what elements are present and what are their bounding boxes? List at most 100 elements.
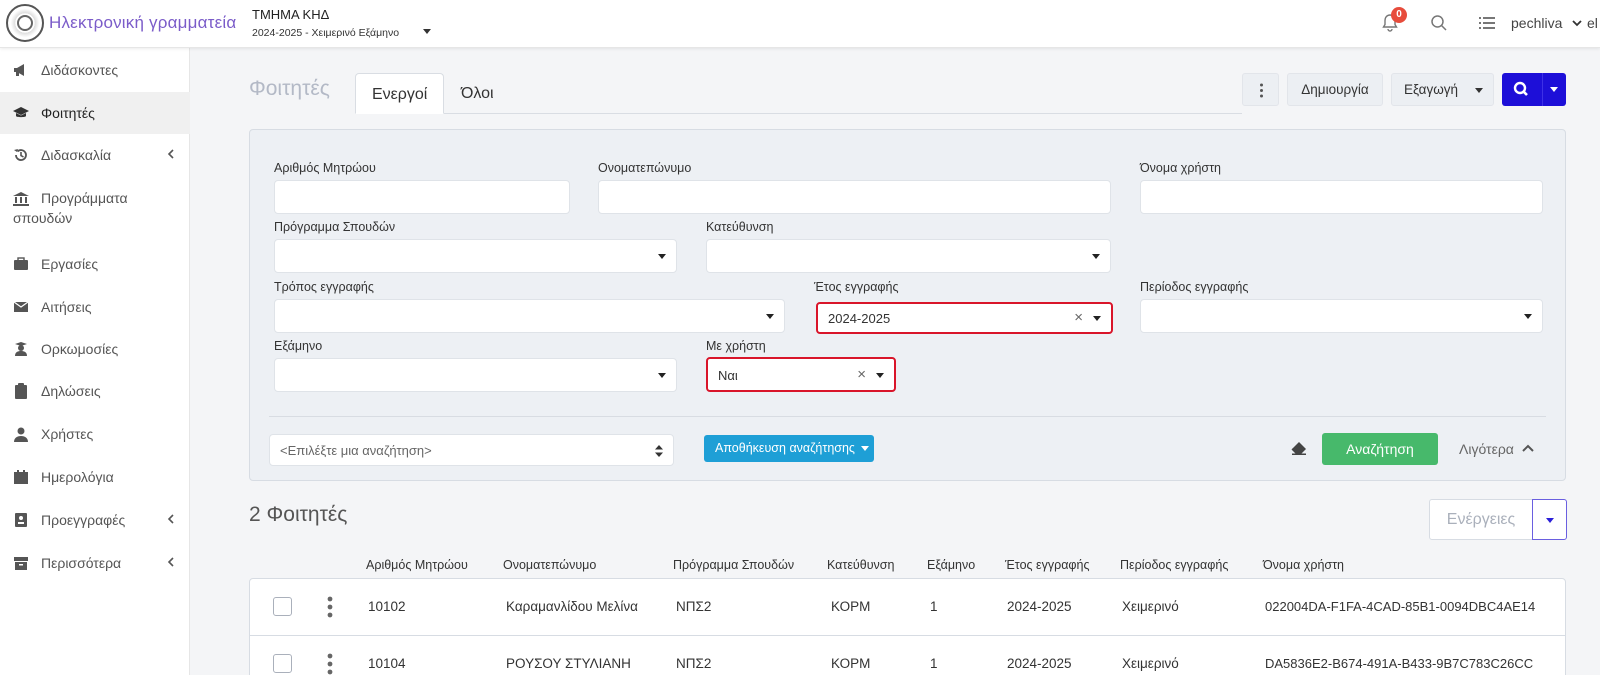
registry-number-label: Αριθμός Μητρώου <box>274 161 376 175</box>
chevron-up-icon[interactable] <box>1522 443 1534 453</box>
caret-down-icon <box>876 373 884 378</box>
cell-registration-period: Χειμερινό <box>1122 599 1179 614</box>
more-options-button[interactable] <box>1242 73 1279 106</box>
export-label: Εξαγωγή <box>1404 82 1459 97</box>
university-logo[interactable] <box>6 4 44 42</box>
sidebar-item-students[interactable]: Φοιτητές <box>0 92 190 134</box>
column-header-username[interactable]: Όνομα χρήστη <box>1263 558 1344 572</box>
registration-method-select[interactable] <box>274 299 785 333</box>
registry-number-input[interactable] <box>274 180 570 214</box>
sidebar-item-label: Ορκωμοσίες <box>41 341 119 357</box>
sidebar-item-teaching[interactable]: Διδασκαλία <box>0 134 190 176</box>
sidebar-item-label: Διδάσκοντες <box>41 62 119 78</box>
cell-registration-period: Χειμερινό <box>1122 656 1179 671</box>
registration-period-select[interactable] <box>1140 299 1543 333</box>
sidebar-item-instructors[interactable]: Διδάσκοντες <box>0 49 190 91</box>
caret-down-icon <box>658 373 666 378</box>
chevron-left-icon <box>167 557 174 567</box>
cell-study-program: ΝΠΣ2 <box>676 599 712 614</box>
semester-dropdown-icon[interactable] <box>423 29 431 34</box>
app-title[interactable]: Ηλεκτρονική γραμματεία <box>49 13 236 33</box>
saved-search-select[interactable]: <Επιλέξτε μια αναζήτηση> <box>269 434 674 466</box>
button-separator <box>1542 73 1543 106</box>
save-search-button[interactable]: Αποθήκευση αναζήτησης <box>704 435 874 462</box>
registration-year-label: Έτος εγγραφής <box>814 280 899 294</box>
sidebar-item-study-programs[interactable]: Προγράμματα σπουδών <box>0 178 190 238</box>
list-icon[interactable] <box>1479 15 1495 31</box>
graduation-cap-icon <box>13 107 29 118</box>
row-menu-icon[interactable] <box>327 653 333 675</box>
eraser-icon[interactable] <box>1291 441 1307 455</box>
sidebar-item-label: Εργασίες <box>41 256 99 272</box>
row-checkbox[interactable] <box>273 597 292 616</box>
caret-down-icon <box>1524 314 1532 319</box>
sidebar-item-preregistrations[interactable]: Προεγγραφές <box>0 499 190 541</box>
caret-down-icon[interactable] <box>1550 87 1558 92</box>
semester-label: Εξάμηνο <box>274 339 323 353</box>
full-name-label: Ονοματεπώνυμο <box>598 161 692 175</box>
column-header-registration-period[interactable]: Περίοδος εγγραφής <box>1120 558 1228 572</box>
sidebar-item-calendars[interactable]: Ημερολόγια <box>0 456 190 498</box>
study-program-select[interactable] <box>274 239 677 273</box>
column-header-registration-year[interactable]: Έτος εγγραφής <box>1005 558 1090 572</box>
username-input[interactable] <box>1140 180 1543 214</box>
has-user-select[interactable]: Ναι × <box>706 357 896 392</box>
has-user-label: Με χρήστη <box>706 339 766 353</box>
semester-select[interactable] <box>274 358 677 392</box>
chevron-down-icon[interactable] <box>1572 18 1582 28</box>
table-row[interactable]: 10104 ΡΟΥΣΟΥ ΣΤΥΛΙΑΝΗ ΝΠΣ2 ΚΟΡΜ 1 2024-2… <box>250 635 1565 675</box>
students-table: 10102 Καραμανλίδου Μελίνα ΝΠΣ2 ΚΟΡΜ 1 20… <box>249 578 1566 675</box>
study-program-label: Πρόγραμμα Σπουδών <box>274 220 396 234</box>
cell-full-name: Καραμανλίδου Μελίνα <box>506 599 638 614</box>
registration-year-select[interactable]: 2024-2025 × <box>816 302 1113 334</box>
megaphone-icon <box>14 64 24 76</box>
clipboard-icon <box>15 383 27 399</box>
language-selector[interactable]: el <box>1587 15 1598 31</box>
table-row[interactable]: 10102 Καραμανλίδου Μελίνα ΝΠΣ2 ΚΟΡΜ 1 20… <box>250 579 1565 635</box>
create-button[interactable]: Δημιουργία <box>1287 73 1383 106</box>
registration-period-label: Περίοδος εγγραφής <box>1140 280 1249 294</box>
department-name[interactable]: ΤΜΗΜΑ ΚΗΔ <box>252 7 329 22</box>
less-filters-link[interactable]: Λιγότερα <box>1459 441 1514 457</box>
full-name-input[interactable] <box>598 180 1111 214</box>
actions-button[interactable]: Ενέργειες <box>1429 499 1533 540</box>
caret-down-icon[interactable] <box>861 446 869 451</box>
row-menu-icon[interactable] <box>327 596 333 618</box>
sidebar-item-declarations[interactable]: Δηλώσεις <box>0 370 190 412</box>
user-menu[interactable]: pechliva <box>1511 15 1562 31</box>
sidebar-item-requests[interactable]: Αιτήσεις <box>0 286 190 328</box>
page-title: Φοιτητές <box>249 77 330 100</box>
column-header-full-name[interactable]: Ονοματεπώνυμο <box>503 558 596 572</box>
envelope-icon <box>13 301 29 312</box>
history-icon <box>14 149 27 161</box>
current-semester[interactable]: 2024-2025 - Χειμερινό Εξάμηνο <box>252 27 399 39</box>
tab-all-students[interactable]: Όλοι <box>445 73 515 114</box>
cell-specialization: ΚΟΡΜ <box>831 599 871 614</box>
specialization-select[interactable] <box>706 239 1111 273</box>
column-header-semester[interactable]: Εξάμηνο <box>927 558 975 572</box>
cell-specialization: ΚΟΡΜ <box>831 656 871 671</box>
sidebar-item-graduations[interactable]: Ορκωμοσίες <box>0 328 190 370</box>
column-header-specialization[interactable]: Κατεύθυνση <box>827 558 894 572</box>
search-icon[interactable] <box>1430 14 1448 32</box>
clear-icon[interactable]: × <box>1074 309 1083 326</box>
run-search-button[interactable]: Αναζήτηση <box>1322 433 1438 465</box>
column-header-registry-number[interactable]: Αριθμός Μητρώου <box>366 558 468 572</box>
row-checkbox[interactable] <box>273 654 292 673</box>
cell-username: 022004DA-F1FA-4CAD-85B1-0094DBC4AE14 <box>1265 599 1536 614</box>
export-button[interactable]: Εξαγωγή <box>1391 73 1494 106</box>
sort-updown-icon <box>655 445 663 457</box>
sidebar-item-more[interactable]: Περισσότερα <box>0 542 190 584</box>
chevron-left-icon <box>167 514 174 524</box>
tab-active-students[interactable]: Ενεργοί <box>355 73 444 114</box>
sidebar-item-users[interactable]: Χρήστες <box>0 413 190 455</box>
sidebar: Διδάσκοντες Φοιτητές Διδασκαλία Προγράμμ… <box>0 48 190 675</box>
actions-dropdown-toggle[interactable] <box>1532 499 1567 540</box>
archive-icon <box>14 557 28 570</box>
sidebar-item-assignments[interactable]: Εργασίες <box>0 243 190 285</box>
search-toggle-button[interactable] <box>1502 73 1566 106</box>
clear-icon[interactable]: × <box>857 366 866 383</box>
column-header-study-program[interactable]: Πρόγραμμα Σπουδών <box>673 558 794 572</box>
cell-semester: 1 <box>930 656 938 671</box>
caret-down-icon <box>1475 88 1483 93</box>
